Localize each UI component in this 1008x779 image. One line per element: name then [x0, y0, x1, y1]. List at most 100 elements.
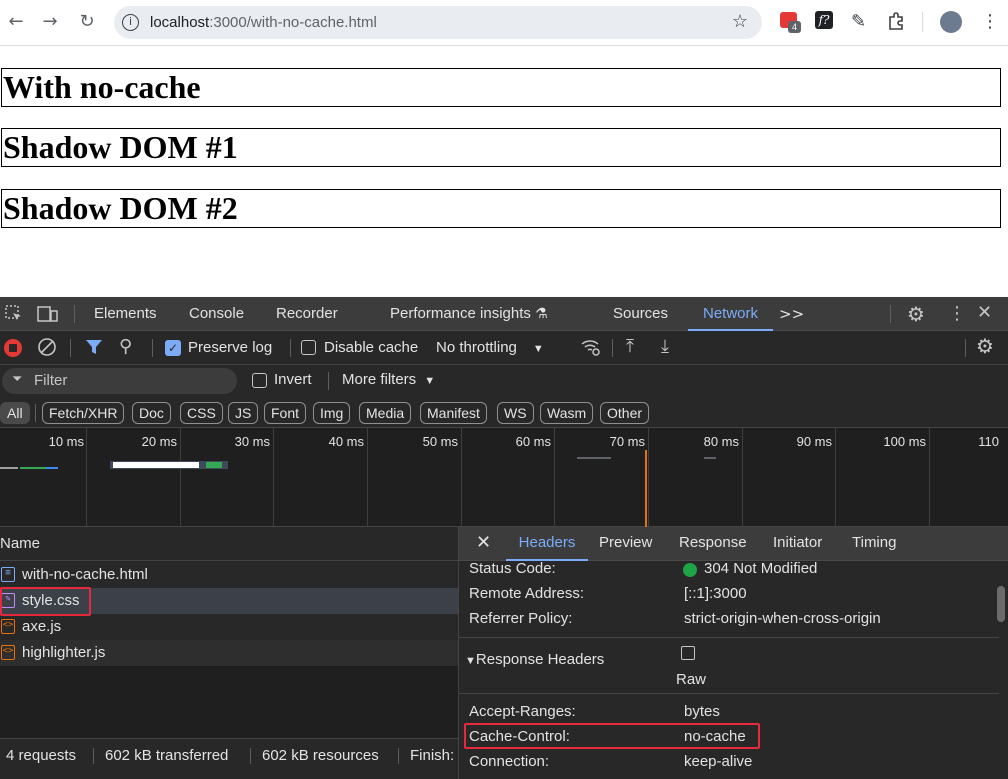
resources-size: 602 kB resources	[262, 747, 379, 764]
toolbar-divider	[290, 339, 291, 357]
chip-manifest[interactable]: Manifest	[420, 402, 487, 424]
highlight-box-style-css	[0, 587, 91, 616]
tabbar-divider	[74, 305, 75, 323]
header-key: Connection:	[469, 753, 550, 770]
heading-shadow-dom-1: Shadow DOM #1	[1, 128, 1001, 167]
header-key: Referrer Policy:	[469, 610, 573, 627]
network-toolbar: ⚲ ✓ Preserve log Disable cache No thrott…	[0, 331, 1008, 365]
toolbar-divider	[965, 339, 966, 357]
tab-network[interactable]: Network	[688, 297, 773, 331]
extensions-puzzle-icon[interactable]	[886, 11, 906, 31]
tab-sources[interactable]: Sources	[613, 297, 668, 331]
chip-font[interactable]: Font	[264, 402, 307, 424]
remote-address-value: [::1]:3000	[684, 585, 747, 602]
chip-img[interactable]: Img	[313, 402, 351, 424]
clear-icon[interactable]	[37, 337, 57, 361]
status-divider	[93, 748, 94, 764]
chip-js[interactable]: JS	[228, 402, 259, 424]
close-detail-icon[interactable]: ✕	[476, 527, 491, 561]
toolbar-divider	[152, 339, 153, 357]
filter-funnel-icon[interactable]	[85, 338, 103, 360]
site-info-icon[interactable]: i	[122, 14, 139, 31]
device-toolbar-icon[interactable]	[37, 304, 59, 328]
header-key: Accept-Ranges:	[469, 703, 576, 720]
detail-tabbar: ✕ Headers Preview Response Initiator Tim…	[459, 527, 1008, 561]
profile-avatar[interactable]	[940, 11, 962, 33]
referrer-policy-value: strict-origin-when-cross-origin	[684, 610, 881, 627]
detail-scrollbar-thumb[interactable]	[997, 586, 1005, 622]
url-text[interactable]: localhost:3000/with-no-cache.html	[150, 14, 377, 31]
chip-other[interactable]: Other	[600, 402, 650, 424]
extension-badge: 4	[788, 21, 801, 33]
more-tabs-icon[interactable]: >>	[779, 297, 804, 331]
chip-media[interactable]: Media	[359, 402, 412, 424]
header-value: bytes	[684, 703, 720, 720]
grid-line	[461, 428, 462, 527]
tab-response[interactable]: Response	[679, 527, 747, 561]
section-divider	[459, 693, 999, 694]
tab-headers[interactable]: Headers	[506, 527, 588, 561]
extension-todo-icon[interactable]: 4	[780, 11, 801, 33]
raw-label[interactable]: Raw	[676, 671, 706, 688]
chip-fetch-xhr[interactable]: Fetch/XHR	[42, 402, 125, 424]
tab-performance-insights[interactable]: Performance insights ⚗	[390, 297, 548, 331]
request-row[interactable]: <> highlighter.js	[0, 640, 458, 666]
tab-elements[interactable]: Elements	[94, 297, 157, 331]
inspect-element-icon[interactable]	[4, 304, 24, 328]
extension-font-icon[interactable]: f?	[815, 11, 835, 31]
back-icon[interactable]: ←	[4, 10, 28, 34]
import-har-icon[interactable]: ⤒	[626, 336, 634, 357]
tab-timing[interactable]: Timing	[852, 527, 896, 561]
preserve-log-label[interactable]: Preserve log	[188, 339, 272, 356]
devtools-panel: Elements Console Recorder Performance in…	[0, 297, 1008, 779]
heading-with-no-cache: With no-cache	[1, 68, 1001, 107]
chip-doc[interactable]: Doc	[132, 402, 171, 424]
eyedropper-icon[interactable]: ✎	[851, 11, 871, 32]
request-list-empty-area	[0, 666, 458, 738]
invert-label[interactable]: Invert	[274, 371, 312, 388]
chip-all[interactable]: All	[0, 402, 30, 424]
bookmark-star-icon[interactable]: ☆	[732, 11, 748, 32]
chip-ws[interactable]: WS	[497, 402, 534, 424]
response-headers-section[interactable]: ▼Response Headers	[465, 651, 604, 668]
tab-console[interactable]: Console	[189, 297, 244, 331]
heading-shadow-dom-2: Shadow DOM #2	[1, 189, 1001, 228]
request-row[interactable]: ≡ with-no-cache.html	[0, 562, 458, 588]
address-bar[interactable]: i localhost:3000/with-no-cache.html ☆	[114, 6, 762, 39]
request-list-header[interactable]: Name	[0, 527, 458, 561]
search-icon[interactable]: ⚲	[119, 336, 132, 357]
filter-divider	[328, 372, 329, 390]
network-conditions-icon[interactable]	[580, 337, 602, 361]
disable-cache-label[interactable]: Disable cache	[324, 339, 418, 356]
reload-icon[interactable]: ↻	[75, 10, 99, 34]
request-row[interactable]: <> axe.js	[0, 614, 458, 640]
export-har-icon[interactable]: ⤓	[661, 336, 669, 357]
chip-wasm[interactable]: Wasm	[540, 402, 594, 424]
browser-menu-icon[interactable]: ⋮	[980, 11, 1000, 32]
tab-preview[interactable]: Preview	[599, 527, 652, 561]
tabbar-divider-right	[890, 305, 891, 323]
devtools-menu-icon[interactable]: ⋮	[948, 303, 966, 324]
request-name: with-no-cache.html	[22, 566, 148, 583]
close-devtools-icon[interactable]: ✕	[977, 302, 992, 323]
tick-label: 20 ms	[141, 434, 177, 449]
transferred-size: 602 kB transferred	[105, 747, 229, 764]
tab-initiator[interactable]: Initiator	[773, 527, 822, 561]
waterfall-bar	[0, 467, 18, 469]
filter-input[interactable]: ⏷ Filter	[2, 368, 237, 394]
tab-recorder[interactable]: Recorder	[276, 297, 338, 331]
network-settings-gear-icon[interactable]: ⚙	[976, 334, 994, 358]
tick-label: 80 ms	[703, 434, 739, 449]
disable-cache-checkbox[interactable]	[301, 340, 316, 355]
preserve-log-checkbox[interactable]: ✓	[165, 340, 181, 356]
raw-checkbox[interactable]	[681, 646, 695, 660]
network-overview[interactable]: 10 ms 20 ms 30 ms 40 ms 50 ms 60 ms 70 m…	[0, 428, 1008, 527]
settings-gear-icon[interactable]: ⚙	[907, 302, 925, 326]
forward-icon[interactable]: →	[38, 10, 62, 34]
chip-css[interactable]: CSS	[180, 402, 223, 424]
invert-checkbox[interactable]	[252, 373, 267, 388]
request-detail-pane: ✕ Headers Preview Response Initiator Tim…	[458, 527, 1008, 779]
record-stop-icon[interactable]	[4, 339, 22, 357]
more-filters-button[interactable]: More filters ▼	[342, 371, 435, 388]
throttling-select[interactable]: No throttling ▼	[436, 339, 544, 356]
